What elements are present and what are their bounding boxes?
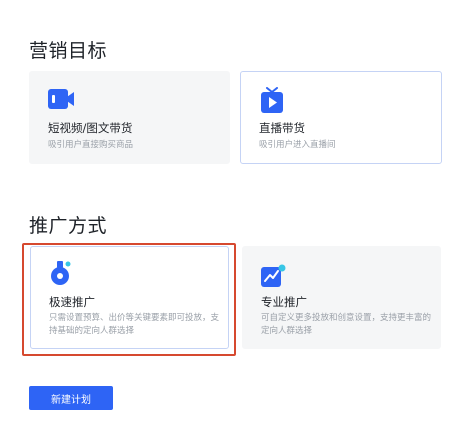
method-card-description: 可自定义更多投放和创意设置，支持更丰富的定向人群选择 xyxy=(261,313,432,336)
create-plan-button[interactable]: 新建计划 xyxy=(29,386,113,410)
method-card-title: 极速推广 xyxy=(49,295,95,309)
video-camera-icon xyxy=(48,89,74,115)
method-card-pro[interactable]: 专业推广 可自定义更多投放和创意设置，支持更丰富的定向人群选择 xyxy=(242,246,441,349)
method-card-description: 只需设置预算、出价等关键要素即可投放，支持基础的定向人群选择 xyxy=(49,313,220,336)
goal-card-description: 吸引用户直接购买商品 xyxy=(48,140,134,150)
campaign-setup-page: 营销目标 短视频/图文带货 吸引用户直接购买商品 直播带货 吸引用户进入直播间 … xyxy=(0,0,474,430)
rocket-icon xyxy=(50,261,74,291)
goal-card-title: 直播带货 xyxy=(259,121,305,135)
goal-card-title: 短视频/图文带货 xyxy=(48,121,133,135)
goal-card-short-video[interactable]: 短视频/图文带货 吸引用户直接购买商品 xyxy=(29,71,230,164)
chart-trend-icon xyxy=(261,264,287,292)
marketing-goal-title: 营销目标 xyxy=(29,40,108,62)
method-card-title: 专业推广 xyxy=(261,295,307,309)
method-card-fast[interactable]: 极速推广 只需设置预算、出价等关键要素即可投放，支持基础的定向人群选择 xyxy=(30,246,229,349)
goal-card-live[interactable]: 直播带货 吸引用户进入直播间 xyxy=(240,71,442,164)
promotion-method-title: 推广方式 xyxy=(29,215,108,237)
goal-card-description: 吸引用户进入直播间 xyxy=(259,140,336,150)
live-tv-icon xyxy=(261,87,283,117)
